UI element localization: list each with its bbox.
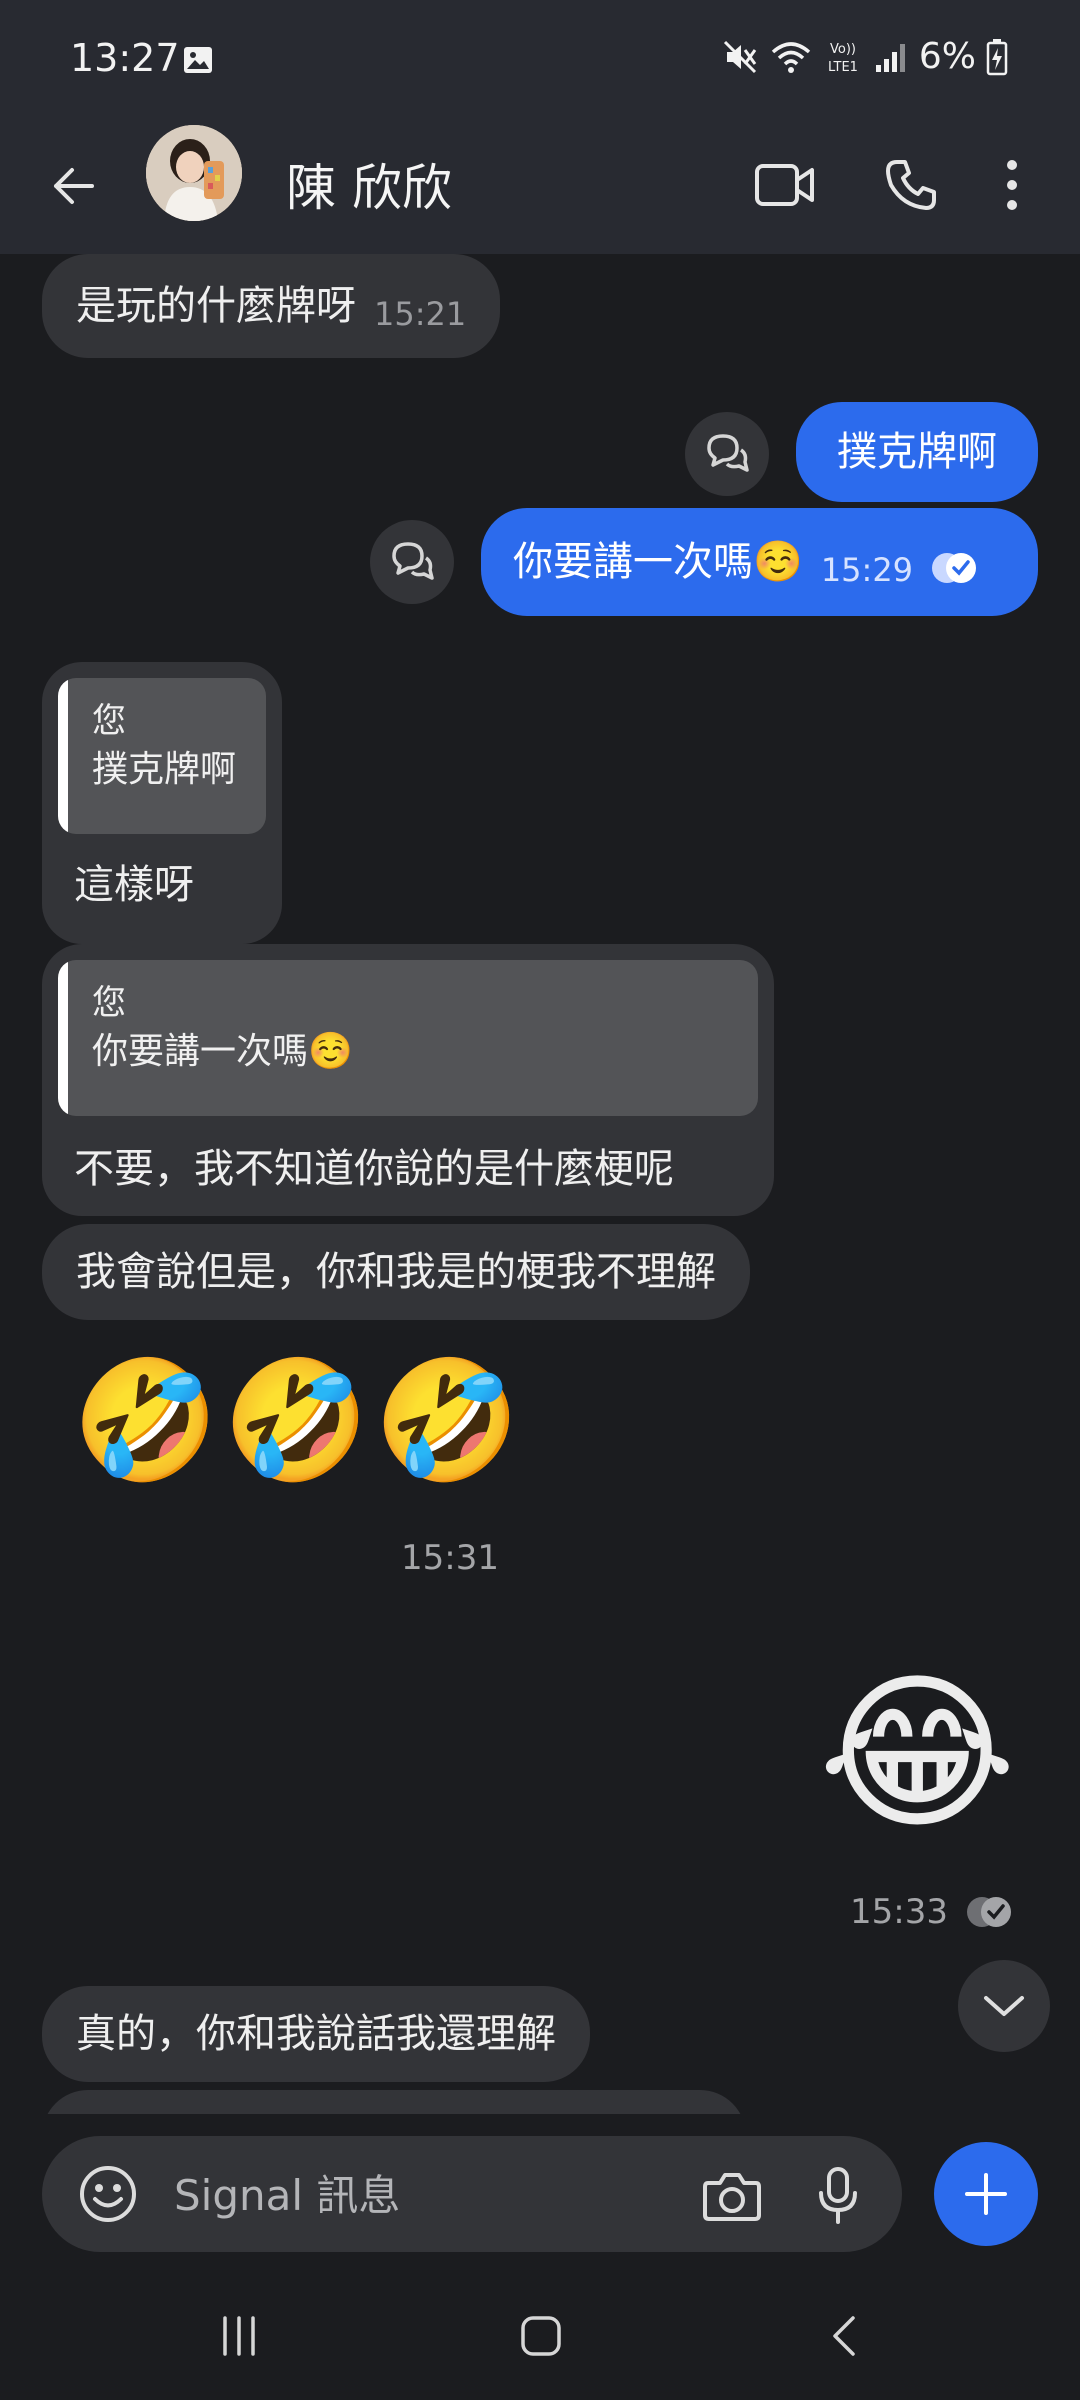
- emoji-content: 😂: [818, 1655, 1017, 1853]
- message-text: 是玩的什麼牌呀: [76, 283, 356, 329]
- message-timestamp: 15:33: [850, 1892, 948, 1932]
- recent-apps-icon: [223, 2316, 255, 2356]
- avatar-image: [146, 125, 242, 221]
- quoted-message[interactable]: 您 撲克牌啊: [58, 678, 266, 834]
- message-text: 你要講一次嗎: [513, 539, 753, 585]
- wifi-icon: [771, 41, 811, 73]
- more-options-icon: [1007, 160, 1017, 210]
- emoji-button[interactable]: [72, 2158, 144, 2230]
- contact-name[interactable]: 陳 欣欣: [286, 148, 452, 220]
- phone-icon: [886, 160, 936, 210]
- more-options-button[interactable]: [980, 142, 1044, 228]
- quote-emoji: ☺️: [308, 1031, 353, 1072]
- system-navigation-bar: [0, 2274, 1080, 2400]
- video-call-icon: [755, 164, 814, 206]
- camera-icon: [703, 2173, 761, 2221]
- message-emoji: ☺️: [753, 539, 803, 585]
- delivered-check-icon: [966, 1897, 1011, 1927]
- compose-bar: [0, 2114, 1080, 2274]
- signal-strength-icon: [875, 43, 905, 72]
- battery-percent: 6%: [918, 36, 976, 77]
- message-list[interactable]: 是玩的什麼牌呀 15:21 撲克牌啊 你要講一次嗎 ☺️ 15:29 您 撲克牌…: [0, 254, 1080, 2114]
- nav-back-button[interactable]: [800, 2296, 890, 2376]
- emoji-icon: [80, 2166, 136, 2222]
- outgoing-status-row: 15:33: [850, 1892, 1016, 1932]
- incoming-emoji-message[interactable]: 🤣🤣🤣: [72, 1350, 525, 1490]
- microphone-button[interactable]: [802, 2160, 874, 2232]
- message-timestamp: 15:31: [401, 1538, 499, 1578]
- camera-button[interactable]: [696, 2160, 768, 2232]
- gallery-notification-icon: [184, 47, 212, 73]
- chevron-down-icon: [984, 1996, 1024, 2016]
- signal-chat-screen: 13:27 Vo)) LTE1 6% 陳 欣欣 是玩的什麼牌呀 15:21 撲克…: [0, 0, 1080, 2400]
- quote-bar: [58, 960, 68, 1116]
- home-icon: [521, 2316, 561, 2356]
- message-text: 真的，你和我說話我還理解: [76, 2011, 556, 2057]
- message-text: 我會說但是，你和我是的梗我不理解: [76, 1249, 716, 1295]
- incoming-message-partial[interactable]: [42, 2090, 746, 2114]
- status-bar: 13:27 Vo)) LTE1 6%: [0, 0, 1080, 120]
- emoji-content: 🤣🤣🤣: [72, 1351, 525, 1489]
- microphone-icon: [819, 2167, 857, 2224]
- quote-bar: [58, 678, 68, 834]
- message-input-container[interactable]: [42, 2136, 902, 2252]
- quote-text: 撲克牌啊: [92, 749, 237, 790]
- conversation-header: 陳 欣欣: [0, 120, 1080, 254]
- message-timestamp: 15:29: [820, 551, 914, 589]
- message-input[interactable]: [172, 2164, 656, 2226]
- message-timestamp: 15:21: [374, 295, 467, 333]
- reaction-button[interactable]: [685, 412, 769, 496]
- nav-back-icon: [833, 2316, 855, 2356]
- message-text: 不要，我不知道你說的是什麼梗呢: [74, 1146, 674, 1192]
- incoming-message-with-quote[interactable]: 您 撲克牌啊 這樣呀: [42, 662, 282, 944]
- incoming-message-with-quote[interactable]: 您 你要講一次嗎☺️ 不要，我不知道你說的是什麼梗呢: [42, 944, 774, 1216]
- incoming-message[interactable]: 真的，你和我說話我還理解: [42, 1986, 590, 2082]
- message-text: 撲克牌啊: [837, 429, 997, 475]
- quote-author: 您: [92, 983, 126, 1023]
- status-time: 13:27: [70, 36, 180, 80]
- quote-text-content: 你要講一次嗎: [92, 1031, 309, 1072]
- reaction-icon: [707, 434, 749, 472]
- home-button[interactable]: [496, 2296, 586, 2376]
- quoted-message[interactable]: 您 你要講一次嗎☺️: [58, 960, 758, 1116]
- quote-author: 您: [92, 701, 126, 741]
- message-text: 這樣呀: [74, 862, 194, 908]
- voice-call-button[interactable]: [868, 142, 954, 228]
- video-call-button[interactable]: [742, 142, 828, 228]
- battery-charging-icon: [986, 38, 1008, 75]
- back-arrow-icon: [54, 168, 94, 204]
- plus-icon: [965, 2173, 1007, 2215]
- mute-icon: [723, 40, 757, 73]
- svg-text:Vo)): Vo)): [830, 42, 856, 57]
- reaction-button[interactable]: [370, 520, 454, 604]
- outgoing-message[interactable]: 撲克牌啊: [796, 402, 1038, 502]
- status-icons: Vo)) LTE1 6%: [721, 36, 1008, 77]
- reaction-icon: [392, 542, 434, 580]
- add-attachment-button[interactable]: [934, 2142, 1038, 2246]
- delivered-check-icon: [932, 553, 977, 583]
- back-button[interactable]: [38, 146, 108, 226]
- incoming-message[interactable]: 是玩的什麼牌呀 15:21: [42, 254, 501, 358]
- recent-apps-button[interactable]: [194, 2296, 284, 2376]
- volte-lte-icon: Vo)) LTE1: [828, 42, 858, 75]
- outgoing-message[interactable]: 你要講一次嗎 ☺️ 15:29: [481, 508, 1038, 616]
- avatar[interactable]: [146, 125, 242, 221]
- incoming-message[interactable]: 我會說但是，你和我是的梗我不理解: [42, 1224, 750, 1320]
- svg-text:LTE1: LTE1: [828, 60, 858, 75]
- outgoing-emoji-message[interactable]: 😂: [818, 1654, 1017, 1854]
- quote-text: 你要講一次嗎☺️: [92, 1026, 732, 1078]
- scroll-to-bottom-button[interactable]: [958, 1960, 1050, 2052]
